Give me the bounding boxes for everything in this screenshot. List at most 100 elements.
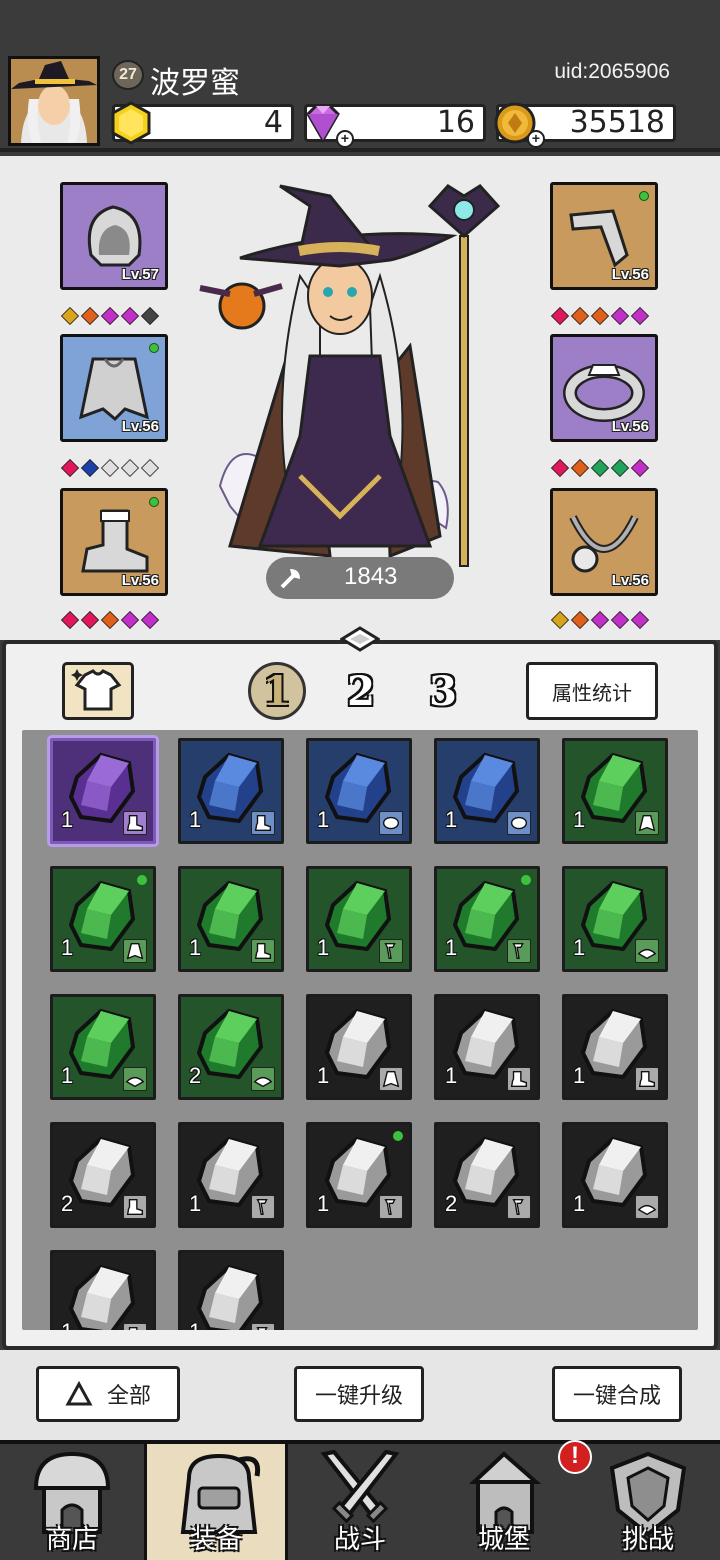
gem-socket-orange	[80, 306, 100, 326]
triangle-filter-icon	[65, 1381, 93, 1406]
inventory-item-green-crystal[interactable]: 2	[178, 994, 284, 1100]
item-count: 2	[189, 1063, 202, 1088]
boot-icon	[254, 942, 272, 960]
inventory-item-gray-crystal[interactable]: 2	[50, 1122, 156, 1228]
boot-icon	[510, 1070, 528, 1088]
item-count: 1	[189, 1191, 202, 1216]
gem-socket-gray	[140, 306, 160, 326]
inventory-item-green-crystal[interactable]: 1	[178, 866, 284, 972]
new-indicator	[149, 343, 159, 353]
gem-socket-green	[610, 458, 630, 478]
inventory-item-gray-crystal[interactable]: 1	[562, 994, 668, 1100]
inventory-item-green-crystal[interactable]: 1	[562, 866, 668, 972]
item-count: 1	[61, 1319, 73, 1330]
new-indicator	[521, 875, 531, 885]
gem-socket-white	[140, 458, 160, 478]
hat-icon	[253, 1076, 273, 1088]
filter-all-button[interactable]: 全部	[36, 1366, 180, 1422]
player-avatar[interactable]	[8, 56, 100, 146]
item-count: 1	[61, 935, 74, 960]
equip-slot-cloak[interactable]: Lv.56	[60, 334, 168, 442]
boot-icon	[638, 1070, 656, 1088]
boot-icon	[128, 1326, 138, 1330]
gem-sockets	[60, 458, 160, 478]
inventory-item-green-crystal[interactable]: 1	[50, 994, 156, 1100]
item-count: 1	[445, 1063, 458, 1088]
inventory-item-green-crystal[interactable]: 1	[306, 866, 412, 972]
nav-challenge[interactable]: 挑战	[576, 1444, 720, 1560]
slot-type-badge	[123, 939, 147, 963]
inventory-page-tab-1[interactable]: 1	[248, 662, 306, 720]
nav-equipment[interactable]: 装备	[144, 1444, 288, 1560]
wardrobe-button[interactable]	[62, 662, 134, 720]
equip-slot-ring[interactable]: Lv.56	[550, 334, 658, 442]
nav-challenge-label: 挑战	[621, 1525, 674, 1555]
filter-all-label: 全部	[106, 1384, 151, 1409]
inventory-item-gray-crystal[interactable]: 1	[306, 994, 412, 1100]
slot-type-badge	[379, 811, 403, 835]
upgrade-all-button[interactable]: 一键升级	[294, 1366, 424, 1422]
inventory-item-gray-crystal[interactable]: 1	[434, 994, 540, 1100]
new-indicator	[137, 875, 147, 885]
attribute-stats-button[interactable]: 属性统计	[526, 662, 658, 720]
equip-slot-necklace[interactable]: Lv.56	[550, 488, 658, 596]
energy-value: 4	[263, 105, 283, 140]
inventory-item-green-crystal[interactable]: 1	[50, 866, 156, 972]
inventory-page-tab-2[interactable]: 2	[332, 662, 390, 720]
add-gems-button[interactable]: +	[336, 130, 354, 148]
inventory-item-blue-crystal[interactable]: 1	[306, 738, 412, 844]
gem-socket-orange	[570, 458, 590, 478]
wand-icon	[512, 1198, 524, 1216]
gem-socket-magenta	[630, 458, 650, 478]
equip-slot-weapon[interactable]: Lv.56	[550, 182, 658, 290]
cloak-icon	[382, 1070, 400, 1088]
slot-type-badge	[251, 1323, 275, 1330]
item-count: 1	[189, 1319, 201, 1330]
player-name: 波罗蜜	[150, 66, 240, 101]
slot-type-badge	[123, 811, 147, 835]
inventory-item-blue-crystal[interactable]: 1	[434, 738, 540, 844]
nav-castle[interactable]: 城堡	[432, 1444, 576, 1560]
slot-type-badge	[379, 939, 403, 963]
witch-character[interactable]	[190, 176, 530, 576]
item-count: 1	[61, 807, 74, 832]
nav-battle[interactable]: 战斗	[288, 1444, 432, 1560]
item-count: 1	[317, 1191, 330, 1216]
gem-socket-orange	[590, 306, 610, 326]
panel-ornament	[340, 626, 380, 652]
inventory-page-tab-3[interactable]: 3	[414, 662, 472, 720]
nav-shop[interactable]: 商店	[0, 1444, 144, 1560]
slot-type-badge	[507, 811, 531, 835]
energy-hexagon-icon	[111, 101, 151, 145]
inventory-item-green-crystal[interactable]: 1	[562, 738, 668, 844]
nav-castle-label: 城堡	[477, 1525, 530, 1555]
item-count: 2	[61, 1191, 74, 1216]
inventory-item-gray-crystal[interactable]: 1	[50, 1250, 156, 1330]
item-count: 1	[573, 935, 586, 960]
slot-type-badge	[123, 1323, 147, 1330]
item-count: 2	[445, 1191, 458, 1216]
cloak-icon	[638, 814, 656, 832]
gem-sockets	[60, 306, 160, 326]
slot-type-badge	[635, 939, 659, 963]
wand-icon	[384, 1198, 396, 1216]
inventory-item-blue-crystal[interactable]: 1	[178, 738, 284, 844]
gem-socket-red	[550, 306, 570, 326]
equip-slot-boots[interactable]: Lv.56	[60, 488, 168, 596]
inventory-item-green-crystal[interactable]: 1	[434, 866, 540, 972]
slot-type-badge	[507, 1067, 531, 1091]
inventory-item-gray-crystal[interactable]: 1	[562, 1122, 668, 1228]
merge-all-button[interactable]: 一键合成	[552, 1366, 682, 1422]
equip-slot-hood[interactable]: Lv.57	[60, 182, 168, 290]
inventory-item-gray-crystal[interactable]: 1	[306, 1122, 412, 1228]
hat-icon	[637, 1204, 657, 1216]
slot-type-badge	[635, 1067, 659, 1091]
item-count: 1	[573, 807, 586, 832]
add-gold-button[interactable]: +	[527, 130, 545, 148]
inventory-item-gray-crystal[interactable]: 2	[434, 1122, 540, 1228]
inventory-item-gray-crystal[interactable]: 1	[178, 1250, 284, 1330]
gem-socket-green	[590, 458, 610, 478]
slot-type-badge	[507, 1195, 531, 1219]
inventory-item-purple-crystal[interactable]: 1	[50, 738, 156, 844]
inventory-item-gray-crystal[interactable]: 1	[178, 1122, 284, 1228]
